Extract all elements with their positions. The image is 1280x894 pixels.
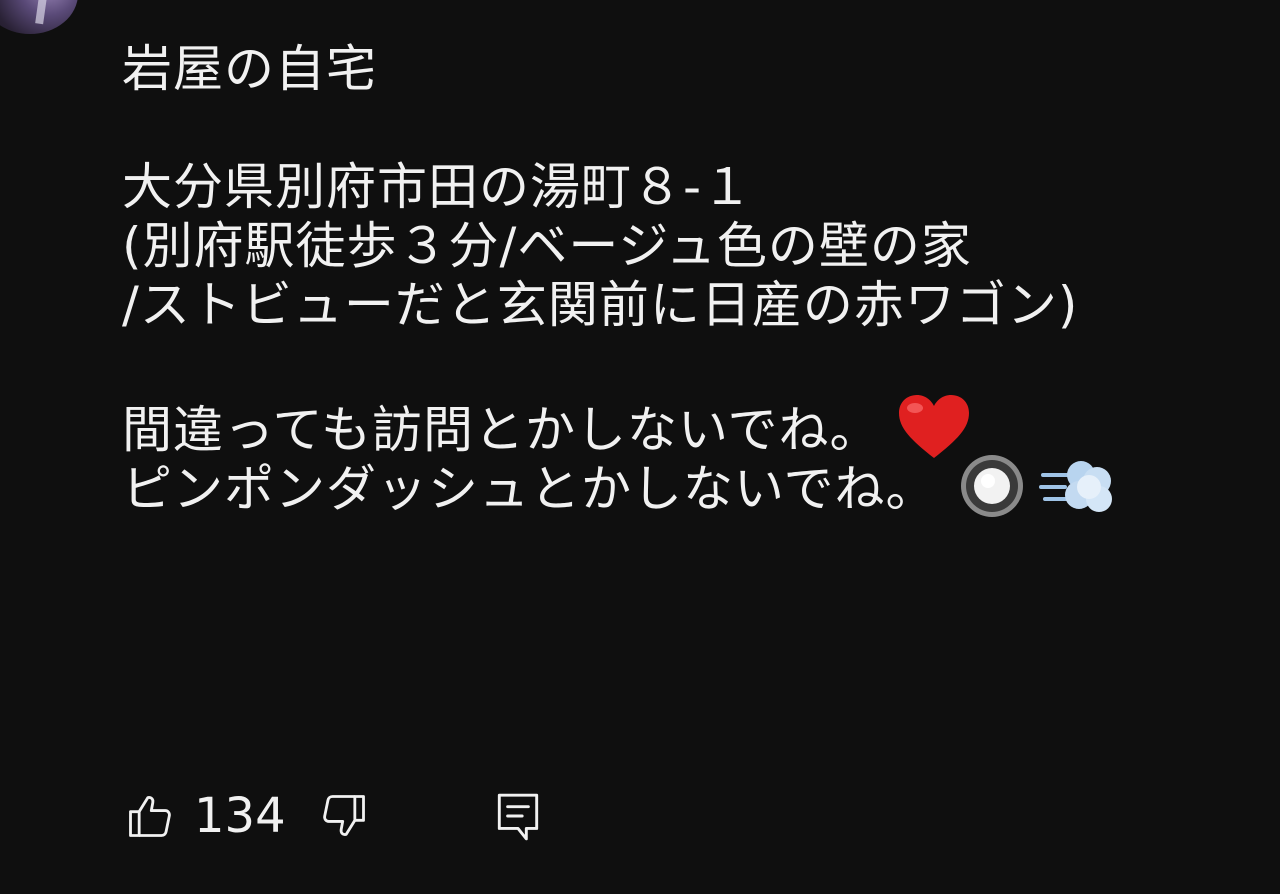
thumbs-down-icon xyxy=(322,795,365,836)
comment-action-bar: 134 xyxy=(122,786,546,846)
comment-line-7-wrap: 間違っても訪問とかしないでね。 xyxy=(122,394,1272,459)
comment-line-1: 岩屋の自宅 xyxy=(122,40,377,98)
dash-emoji-icon xyxy=(1038,453,1115,532)
dislike-button[interactable] xyxy=(316,788,372,844)
comment-line-8: ピンポンダッシュとかしないでね。 xyxy=(122,460,937,518)
comment-line-2 xyxy=(122,99,1272,158)
radio-button-emoji-icon xyxy=(959,453,1025,532)
comment-line-7: 間違っても訪問とかしないでね。 xyxy=(122,401,881,459)
comment-line-6 xyxy=(122,335,1272,394)
comment-line-4: (別府駅徒歩３分/ベージュ色の壁の家 xyxy=(122,217,972,275)
avatar[interactable] xyxy=(0,0,78,34)
like-count: 134 xyxy=(194,788,286,844)
comment-line-8-wrap: ピンポンダッシュとかしないでね。 xyxy=(122,453,1272,518)
comment-line-3: 大分県別府市田の湯町８‐１ xyxy=(122,158,754,216)
thumbs-up-icon xyxy=(129,796,171,837)
like-button[interactable] xyxy=(122,788,178,844)
comment-line-5: /ストビューだと玄関前に日産の赤ワゴン) xyxy=(122,276,1079,334)
comment-body: 岩屋の自宅 大分県別府市田の湯町８‐１ (別府駅徒歩３分/ベージュ色の壁の家 /… xyxy=(122,40,1272,518)
reply-button[interactable] xyxy=(490,788,546,844)
comment-reply-icon xyxy=(497,793,538,841)
